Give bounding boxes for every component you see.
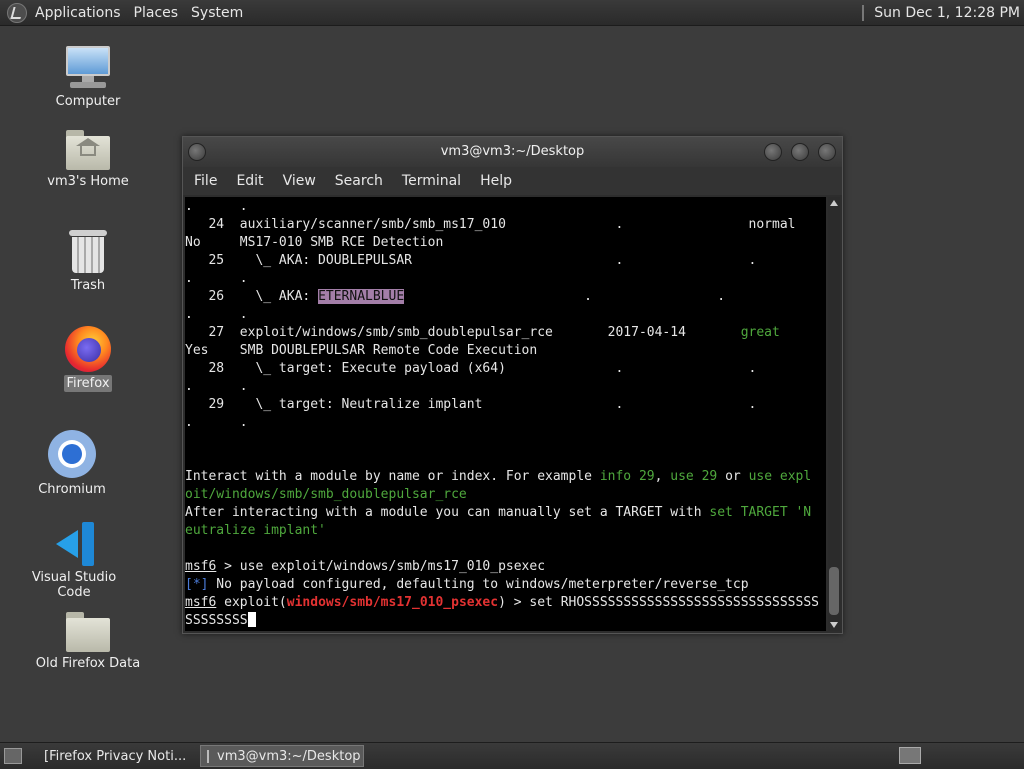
terminal-line: 26 \_ AKA: bbox=[185, 289, 319, 304]
bottom-panel: [Firefox Privacy Noti... vm3@vm3:~/Deskt… bbox=[0, 742, 1024, 769]
home-folder-icon bbox=[66, 130, 110, 170]
menu-search[interactable]: Search bbox=[335, 173, 383, 189]
desktop-icon-label: Computer bbox=[55, 94, 121, 109]
terminal-menubar: File Edit View Search Terminal Help bbox=[183, 167, 842, 195]
hint-use-path-cont: oit/windows/smb/smb_doublepulsar_rce bbox=[185, 487, 467, 502]
terminal-line: 29 \_ target: Neutralize implant . . bbox=[185, 397, 757, 412]
trash-icon bbox=[69, 230, 107, 274]
terminal-output[interactable]: . . 24 auxiliary/scanner/smb/smb_ms17_01… bbox=[185, 197, 826, 631]
terminal-line: No MS17-010 SMB RCE Detection bbox=[185, 235, 444, 250]
menu-file[interactable]: File bbox=[194, 173, 217, 189]
taskbar-label: [Firefox Privacy Noti... bbox=[44, 748, 187, 764]
hint-set-target: set TARGET 'N bbox=[709, 505, 812, 520]
menu-view[interactable]: View bbox=[283, 173, 316, 189]
desktop-icon-label: vm3's Home bbox=[47, 174, 129, 189]
scroll-up-icon[interactable] bbox=[830, 200, 838, 206]
taskbar-label: vm3@vm3:~/Desktop bbox=[217, 748, 361, 764]
terminal-text-fragment: , bbox=[654, 469, 671, 484]
terminal-icon bbox=[207, 749, 209, 763]
text-cursor bbox=[247, 612, 256, 627]
prompt-msf6: msf6 bbox=[185, 595, 217, 610]
hint-set-target-cont: eutralize implant' bbox=[185, 523, 326, 538]
desktop-icon-chromium[interactable]: Chromium bbox=[32, 430, 112, 497]
terminal-text-fragment: or bbox=[717, 469, 749, 484]
maximize-icon[interactable] bbox=[791, 143, 809, 161]
terminal-titlebar[interactable]: vm3@vm3:~/Desktop bbox=[183, 137, 842, 167]
clock-area: Sun Dec 1, 12:28 PM bbox=[862, 0, 1020, 25]
terminal-line: > use exploit/windows/smb/ms17_010_psexe… bbox=[216, 559, 546, 574]
gnome-foot-icon[interactable] bbox=[7, 2, 27, 23]
vscode-icon bbox=[52, 522, 96, 566]
chromium-icon bbox=[48, 430, 96, 478]
terminal-window: vm3@vm3:~/Desktop File Edit View Search … bbox=[182, 136, 843, 634]
panel-separator bbox=[862, 4, 865, 21]
workspace-switcher[interactable] bbox=[899, 747, 921, 764]
terminal-input-line[interactable]: SSSSSSSS bbox=[185, 613, 248, 628]
desktop-icon-label: Old Firefox Data bbox=[35, 656, 141, 671]
desktop-icon-label: Chromium bbox=[38, 482, 106, 497]
desktop-icon-label: Trash bbox=[70, 278, 106, 293]
menu-system[interactable]: System bbox=[191, 5, 243, 21]
desktop-icon-vscode[interactable]: Visual Studio Code bbox=[14, 522, 134, 600]
terminal-line: 24 auxiliary/scanner/smb/smb_ms17_010 . … bbox=[185, 217, 796, 232]
rank-great: great bbox=[740, 325, 780, 340]
terminal-text: . . 24 auxiliary/scanner/smb/smb_ms17_01… bbox=[185, 198, 819, 630]
info-marker: [*] bbox=[185, 577, 209, 592]
taskbar-item-firefox[interactable]: [Firefox Privacy Noti... bbox=[30, 745, 192, 767]
computer-icon bbox=[64, 46, 112, 90]
terminal-line: . . bbox=[185, 307, 248, 322]
highlighted-term: ETERNALBLUE bbox=[318, 289, 405, 304]
menu-edit[interactable]: Edit bbox=[236, 173, 263, 189]
terminal-line: . . bbox=[185, 271, 248, 286]
firefox-icon bbox=[65, 326, 111, 372]
minimize-icon[interactable] bbox=[764, 143, 782, 161]
terminal-line: 25 \_ AKA: DOUBLEPULSAR . . bbox=[185, 253, 757, 268]
terminal-line: Interact with a module by name or index.… bbox=[185, 469, 600, 484]
desktop-icon-label: Visual Studio Code bbox=[31, 570, 117, 600]
window-menu-icon[interactable] bbox=[188, 143, 206, 161]
menu-terminal[interactable]: Terminal bbox=[402, 173, 461, 189]
desktop-icon-old-firefox-data[interactable]: Old Firefox Data bbox=[30, 612, 146, 671]
terminal-line: . . bbox=[185, 199, 248, 214]
terminal-title: vm3@vm3:~/Desktop bbox=[440, 144, 585, 159]
terminal-line: After interacting with a module you can … bbox=[185, 505, 710, 520]
terminal-line: 28 \_ target: Execute payload (x64) . . bbox=[185, 361, 757, 376]
terminal-line: . . bbox=[185, 379, 248, 394]
terminal-line: 27 exploit/windows/smb/smb_doublepulsar_… bbox=[185, 325, 741, 340]
desktop-icon-firefox[interactable]: Firefox bbox=[48, 326, 128, 392]
scroll-down-icon[interactable] bbox=[830, 622, 838, 628]
desktop-icon-trash[interactable]: Trash bbox=[48, 230, 128, 293]
folder-icon bbox=[66, 612, 110, 652]
menu-places[interactable]: Places bbox=[134, 5, 179, 21]
taskbar-item-terminal[interactable]: vm3@vm3:~/Desktop bbox=[200, 745, 364, 767]
clock[interactable]: Sun Dec 1, 12:28 PM bbox=[874, 5, 1020, 21]
prompt-msf6: msf6 bbox=[185, 559, 217, 574]
terminal-text-fragment: ) > set RHOSSSSSSSSSSSSSSSSSSSSSSSSSSSSS… bbox=[498, 595, 819, 610]
menu-applications[interactable]: Applications bbox=[35, 5, 121, 21]
active-module: windows/smb/ms17_010_psexec bbox=[286, 595, 499, 610]
close-icon[interactable] bbox=[818, 143, 836, 161]
terminal-line: Yes SMB DOUBLEPULSAR Remote Code Executi… bbox=[185, 343, 538, 358]
terminal-text-fragment: exploit( bbox=[216, 595, 287, 610]
hint-use-path: use expl bbox=[748, 469, 812, 484]
desktop-icon-computer[interactable]: Computer bbox=[48, 46, 128, 109]
terminal-scrollbar[interactable] bbox=[828, 197, 840, 631]
hint-info: info 29 bbox=[599, 469, 655, 484]
terminal-line: . . bbox=[185, 415, 248, 430]
desktop-icon-home[interactable]: vm3's Home bbox=[38, 130, 138, 189]
desktop-icon-label: Firefox bbox=[64, 375, 112, 392]
top-panel: Applications Places System Sun Dec 1, 12… bbox=[0, 0, 1024, 26]
hint-use: use 29 bbox=[670, 469, 718, 484]
menu-help[interactable]: Help bbox=[480, 173, 512, 189]
terminal-line: . . bbox=[404, 289, 726, 304]
terminal-line: No payload configured, defaulting to win… bbox=[208, 577, 749, 592]
scrollbar-thumb[interactable] bbox=[829, 567, 839, 615]
show-desktop-icon[interactable] bbox=[4, 748, 22, 764]
